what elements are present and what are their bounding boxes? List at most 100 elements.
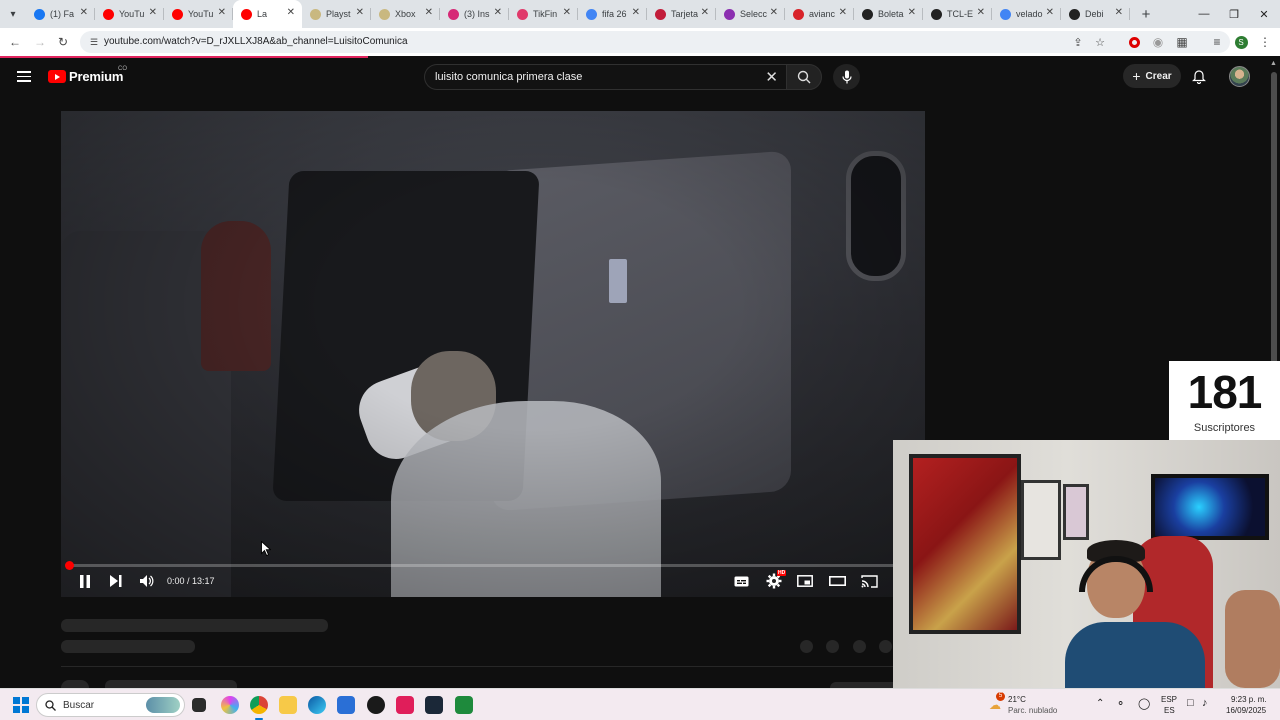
browser-tab[interactable]: avianc ✕	[785, 0, 854, 28]
browser-tab[interactable]: Xbox ✕	[371, 0, 440, 28]
bookmark-star-icon[interactable]: ☆	[1092, 34, 1108, 50]
edge-icon[interactable]	[308, 696, 326, 714]
display-icon[interactable]: □	[1187, 697, 1194, 709]
guide-menu-icon[interactable]	[17, 71, 31, 82]
tab-favicon-icon	[793, 8, 804, 20]
browser-tab[interactable]: Playst ✕	[302, 0, 371, 28]
reload-icon[interactable]: ↻	[55, 34, 71, 50]
obs-icon[interactable]	[367, 696, 385, 714]
browser-tab[interactable]: YouTu ✕	[164, 0, 233, 28]
extension-icon[interactable]: ◉	[1150, 34, 1166, 50]
mute-button[interactable]	[139, 572, 155, 590]
browser-tab[interactable]: Boleta ✕	[854, 0, 923, 28]
tiktok-live-icon[interactable]	[396, 696, 414, 714]
tab-label: Xbox	[395, 9, 416, 19]
profile-icon[interactable]: S	[1233, 34, 1249, 50]
weather-temperature: 21°C	[1008, 695, 1026, 704]
browser-tab[interactable]: velado ✕	[992, 0, 1061, 28]
tab-close-icon[interactable]: ✕	[80, 7, 88, 18]
youtube-play-icon	[48, 70, 66, 83]
taskbar-search[interactable]: Buscar	[36, 693, 185, 717]
browser-tab[interactable]: Debi ✕	[1061, 0, 1130, 28]
tab-close-icon[interactable]: ✕	[149, 7, 157, 18]
miniplayer-button[interactable]	[796, 572, 814, 590]
tab-label: YouTu	[119, 9, 145, 19]
create-button[interactable]: + Crear	[1123, 64, 1181, 88]
network-icon[interactable]: ⚬	[1116, 697, 1125, 710]
tab-close-icon[interactable]: ✕	[494, 7, 502, 18]
browser-tab[interactable]: YouTu ✕	[95, 0, 164, 28]
menu-kebab-icon[interactable]: ⋮	[1257, 34, 1273, 50]
browser-tab[interactable]: fifa 26 ✕	[578, 0, 647, 28]
tab-close-icon[interactable]: ✕	[218, 7, 226, 18]
forward-icon[interactable]: →	[32, 34, 48, 50]
tab-close-icon[interactable]: ✕	[770, 7, 778, 18]
tab-label: La	[257, 9, 268, 19]
cast-button[interactable]	[860, 572, 878, 590]
weather-icon[interactable]: ☁	[989, 698, 1001, 712]
pause-button[interactable]	[77, 572, 93, 590]
back-icon[interactable]: ←	[7, 34, 23, 50]
tab-close-icon[interactable]: ✕	[1046, 7, 1054, 18]
new-tab-button[interactable]: +	[1136, 6, 1156, 23]
tab-search-icon[interactable]: ▾	[0, 0, 26, 28]
tab-label: (3) Ins	[464, 9, 490, 19]
video-progress-bar[interactable]	[65, 561, 917, 570]
chrome-icon[interactable]	[250, 696, 268, 714]
steam-icon[interactable]	[425, 696, 443, 714]
clear-search-icon[interactable]: ✕	[765, 68, 778, 86]
tab-close-icon[interactable]: ✕	[425, 7, 433, 18]
browser-tab[interactable]: La ✕	[233, 0, 302, 28]
search-button[interactable]	[786, 64, 822, 90]
browser-tab[interactable]: TCL-E ✕	[923, 0, 992, 28]
speaker-icon[interactable]: ♪	[1202, 697, 1208, 709]
address-bar[interactable]: ☰ youtube.com/watch?v=D_rJXLLXJ8A&ab_cha…	[80, 31, 1230, 53]
video-player[interactable]: 0:00 / 13:17 HD	[61, 111, 925, 597]
tab-close-icon[interactable]: ✕	[563, 7, 571, 18]
search-input[interactable]: luisito comunica primera clase ✕	[424, 64, 786, 90]
file-explorer-icon[interactable]	[279, 696, 297, 714]
account-avatar[interactable]	[1229, 66, 1250, 87]
restore-icon[interactable]: ❐	[1218, 0, 1250, 28]
clock-time[interactable]: 9:23 p. m.	[1231, 695, 1267, 704]
poster-image	[1021, 480, 1061, 560]
browser-tab[interactable]: Selecc ✕	[716, 0, 785, 28]
extensions-puzzle-icon[interactable]: ▦	[1174, 34, 1190, 50]
settings-button[interactable]: HD	[764, 570, 787, 590]
voice-search-button[interactable]	[833, 64, 860, 90]
tab-close-icon[interactable]: ✕	[701, 7, 709, 18]
minimize-icon[interactable]: —	[1188, 0, 1220, 28]
store-icon[interactable]	[337, 696, 355, 714]
tab-close-icon[interactable]: ✕	[1115, 7, 1123, 18]
next-button[interactable]	[108, 572, 124, 590]
tray-chevron-icon[interactable]: ⌃	[1096, 698, 1104, 709]
progress-scrubber[interactable]	[65, 561, 74, 570]
tab-close-icon[interactable]: ✕	[287, 7, 295, 18]
browser-tab[interactable]: (1) Fa ✕	[26, 0, 95, 28]
notifications-bell-icon[interactable]	[1192, 69, 1206, 89]
tab-close-icon[interactable]: ✕	[632, 7, 640, 18]
microphone-tray-icon[interactable]: ◯	[1138, 697, 1150, 710]
browser-tab[interactable]: (3) Ins ✕	[440, 0, 509, 28]
close-window-icon[interactable]: ✕	[1248, 0, 1280, 28]
install-app-icon[interactable]: ⇪	[1070, 34, 1086, 50]
youtube-logo[interactable]: Premium CO	[48, 66, 127, 84]
tab-close-icon[interactable]: ✕	[356, 7, 364, 18]
tab-label: Selecc	[740, 9, 768, 19]
excel-icon[interactable]	[455, 696, 473, 714]
theater-mode-button[interactable]	[828, 572, 846, 590]
scroll-up-icon[interactable]: ▲	[1270, 60, 1277, 67]
tab-close-icon[interactable]: ✕	[908, 7, 916, 18]
opera-extension-icon[interactable]	[1126, 34, 1142, 50]
language-primary[interactable]: ESP	[1161, 695, 1177, 704]
copilot-icon[interactable]	[221, 696, 239, 714]
tab-close-icon[interactable]: ✕	[977, 7, 985, 18]
tab-close-icon[interactable]: ✕	[839, 7, 847, 18]
media-control-icon[interactable]: ≡	[1209, 34, 1225, 50]
browser-tab[interactable]: TikFin ✕	[509, 0, 578, 28]
browser-tab[interactable]: Tarjeta ✕	[647, 0, 716, 28]
windows-start-icon[interactable]	[13, 697, 29, 713]
task-view-icon[interactable]	[192, 698, 206, 712]
site-info-icon[interactable]: ☰	[86, 34, 102, 50]
subtitles-button[interactable]	[733, 572, 749, 590]
